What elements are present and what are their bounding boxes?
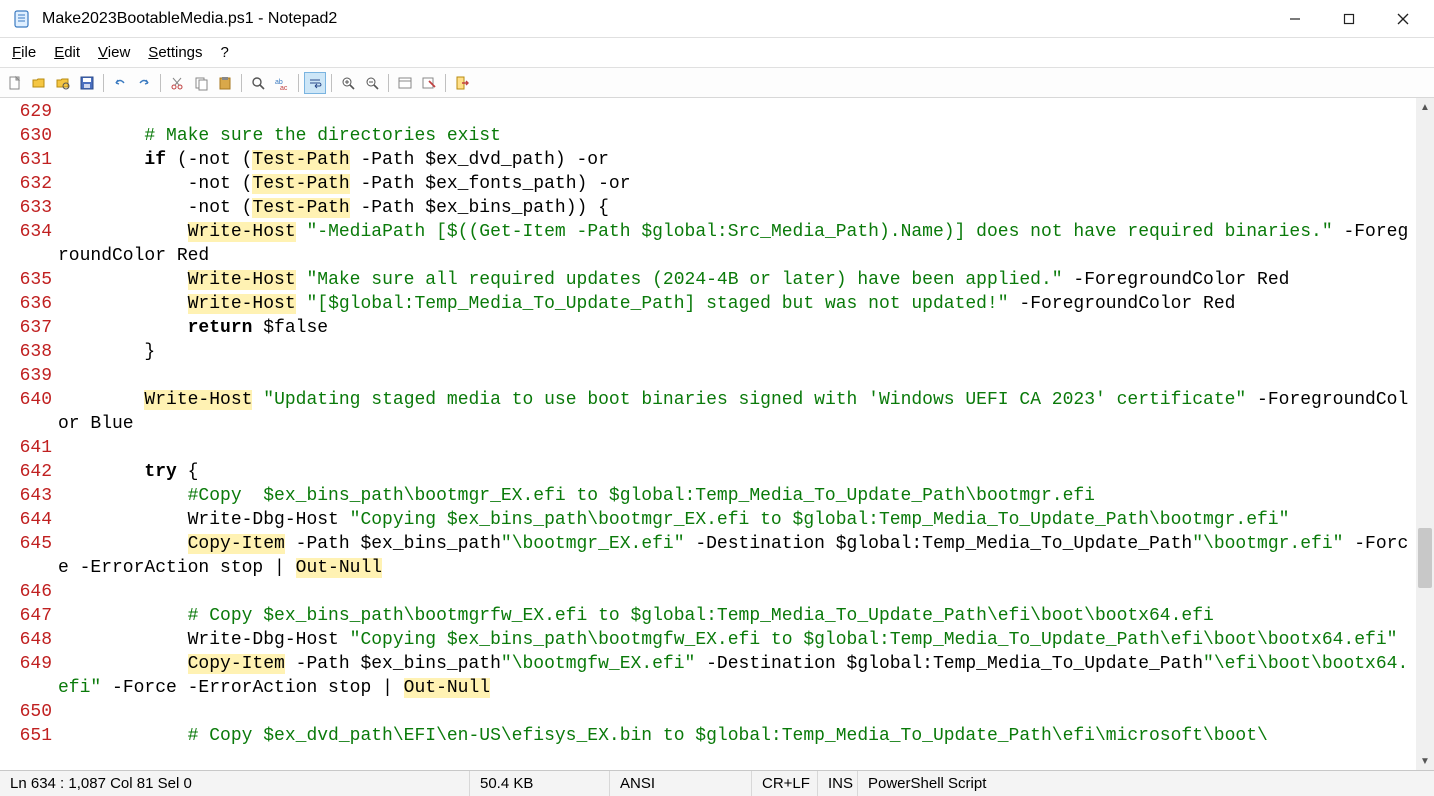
- code-line[interactable]: [58, 700, 1416, 724]
- code-line[interactable]: -not (Test-Path -Path $ex_fonts_path) -o…: [58, 172, 1416, 196]
- toolbar: abac: [0, 68, 1434, 98]
- svg-text:ac: ac: [280, 85, 288, 91]
- menu-edit[interactable]: Edit: [46, 40, 88, 65]
- scroll-thumb[interactable]: [1418, 528, 1432, 588]
- code-line[interactable]: return $false: [58, 316, 1416, 340]
- save-icon[interactable]: [76, 72, 98, 94]
- word-wrap-icon[interactable]: [304, 72, 326, 94]
- copy-icon[interactable]: [190, 72, 212, 94]
- menu-file[interactable]: File: [4, 40, 44, 65]
- code-line[interactable]: # Copy $ex_bins_path\bootmgrfw_EX.efi to…: [58, 604, 1416, 628]
- menubar: File Edit View Settings ?: [0, 38, 1434, 68]
- scroll-up-icon[interactable]: ▲: [1416, 98, 1434, 116]
- exit-icon[interactable]: [451, 72, 473, 94]
- code-line[interactable]: Write-Host "[$global:Temp_Media_To_Updat…: [58, 292, 1416, 316]
- statusbar: Ln 634 : 1,087 Col 81 Sel 0 50.4 KB ANSI…: [0, 770, 1434, 796]
- status-eol[interactable]: CR+LF: [752, 771, 818, 796]
- menu-help[interactable]: ?: [213, 40, 237, 65]
- line-number-gutter: 6296306316326336346356366376386396406416…: [0, 98, 58, 770]
- code-line[interactable]: Write-Host "-MediaPath [$((Get-Item -Pat…: [58, 220, 1416, 268]
- code-line[interactable]: -not (Test-Path -Path $ex_bins_path)) {: [58, 196, 1416, 220]
- redo-icon[interactable]: [133, 72, 155, 94]
- status-position: Ln 634 : 1,087 Col 81 Sel 0: [0, 771, 470, 796]
- minimize-button[interactable]: [1268, 0, 1322, 38]
- find-icon[interactable]: [247, 72, 269, 94]
- maximize-button[interactable]: [1322, 0, 1376, 38]
- editor[interactable]: 6296306316326336346356366376386396406416…: [0, 98, 1434, 770]
- code-line[interactable]: Copy-Item -Path $ex_bins_path"\bootmgr_E…: [58, 532, 1416, 580]
- zoom-in-icon[interactable]: [337, 72, 359, 94]
- code-line[interactable]: try {: [58, 460, 1416, 484]
- menu-view[interactable]: View: [90, 40, 138, 65]
- undo-icon[interactable]: [109, 72, 131, 94]
- scheme-icon[interactable]: [394, 72, 416, 94]
- replace-icon[interactable]: abac: [271, 72, 293, 94]
- menu-settings[interactable]: Settings: [140, 40, 210, 65]
- code-area[interactable]: # Make sure the directories exist if (-n…: [58, 98, 1416, 770]
- paste-icon[interactable]: [214, 72, 236, 94]
- code-line[interactable]: [58, 364, 1416, 388]
- code-line[interactable]: Write-Dbg-Host "Copying $ex_bins_path\bo…: [58, 508, 1416, 532]
- browse-icon[interactable]: [52, 72, 74, 94]
- scroll-down-icon[interactable]: ▼: [1416, 752, 1434, 770]
- status-insert-mode[interactable]: INS: [818, 771, 858, 796]
- code-line[interactable]: Write-Host "Make sure all required updat…: [58, 268, 1416, 292]
- code-line[interactable]: [58, 436, 1416, 460]
- new-file-icon[interactable]: [4, 72, 26, 94]
- code-line[interactable]: # Copy $ex_dvd_path\EFI\en-US\efisys_EX.…: [58, 724, 1416, 748]
- code-line[interactable]: #Copy $ex_bins_path\bootmgr_EX.efi to $g…: [58, 484, 1416, 508]
- code-line[interactable]: Copy-Item -Path $ex_bins_path"\bootmgfw_…: [58, 652, 1416, 700]
- vertical-scrollbar[interactable]: ▲ ▼: [1416, 98, 1434, 770]
- status-language[interactable]: PowerShell Script: [858, 771, 996, 796]
- open-file-icon[interactable]: [28, 72, 50, 94]
- cut-icon[interactable]: [166, 72, 188, 94]
- code-line[interactable]: # Make sure the directories exist: [58, 124, 1416, 148]
- code-line[interactable]: if (-not (Test-Path -Path $ex_dvd_path) …: [58, 148, 1416, 172]
- app-icon: [10, 7, 34, 31]
- status-filesize: 50.4 KB: [470, 771, 610, 796]
- code-line[interactable]: Write-Host "Updating staged media to use…: [58, 388, 1416, 436]
- close-button[interactable]: [1376, 0, 1430, 38]
- zoom-out-icon[interactable]: [361, 72, 383, 94]
- window-title: Make2023BootableMedia.ps1 - Notepad2: [40, 10, 1268, 28]
- window-controls: [1268, 0, 1430, 38]
- code-line[interactable]: }: [58, 340, 1416, 364]
- code-line[interactable]: Write-Dbg-Host "Copying $ex_bins_path\bo…: [58, 628, 1416, 652]
- code-line[interactable]: [58, 580, 1416, 604]
- code-line[interactable]: [58, 100, 1416, 124]
- titlebar: Make2023BootableMedia.ps1 - Notepad2: [0, 0, 1434, 38]
- customize-icon[interactable]: [418, 72, 440, 94]
- status-encoding[interactable]: ANSI: [610, 771, 752, 796]
